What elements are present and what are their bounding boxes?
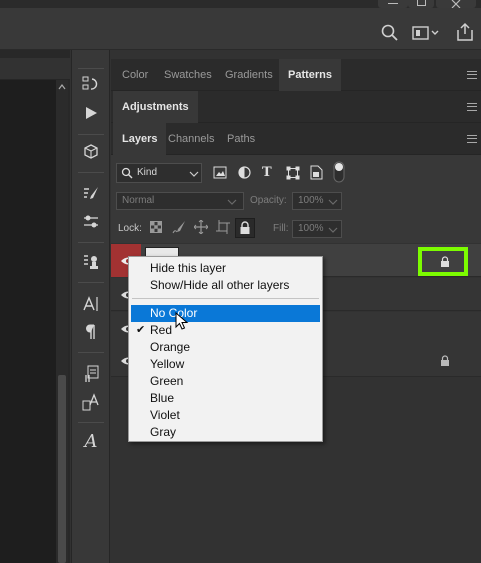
filter-type-icon[interactable]: T [262, 165, 272, 180]
lock-icon [441, 355, 449, 366]
chevron-down-icon [189, 171, 199, 177]
tab-patterns[interactable]: Patterns [279, 59, 342, 91]
menu-item-violet[interactable]: Violet [131, 407, 320, 424]
color-panel-group: Color Swatches Gradients Patterns [111, 59, 481, 91]
menu-item-hide-layer[interactable]: Hide this layer [131, 260, 320, 277]
restore-button[interactable] [408, 0, 434, 8]
document-tab[interactable] [0, 58, 70, 80]
close-icon [451, 0, 461, 8]
scrollbar-thumb[interactable] [58, 375, 66, 563]
strip-separator [78, 282, 104, 283]
restore-icon [416, 0, 426, 6]
paragraph-styles-icon[interactable] [80, 364, 102, 384]
options-bar [0, 8, 481, 50]
panel-menu-icon[interactable] [467, 71, 477, 79]
panel-menu-icon[interactable] [467, 103, 477, 111]
menu-item-green[interactable]: Green [131, 373, 320, 390]
history-icon[interactable] [80, 74, 102, 94]
lock-position-icon[interactable] [194, 220, 208, 234]
search-icon [121, 167, 133, 179]
chevron-down-icon [328, 227, 338, 233]
lock-all-button[interactable] [235, 218, 255, 238]
close-button[interactable] [436, 0, 476, 8]
filter-adjustment-icon[interactable] [238, 166, 251, 179]
menu-item-orange[interactable]: Orange [131, 339, 320, 356]
canvas[interactable] [0, 80, 56, 563]
opacity-label: Opacity: [250, 195, 287, 206]
adjustments-panel-group: Adjustments [111, 91, 481, 123]
blend-mode-select[interactable]: Normal [116, 192, 244, 210]
layers-panel-group: Layers Channels Paths [111, 123, 481, 155]
tab-gradients[interactable]: Gradients [216, 59, 282, 91]
lock-artboard-icon[interactable] [216, 220, 230, 234]
filter-kind-select[interactable]: Kind [116, 163, 202, 183]
lock-label: Lock: [118, 223, 142, 234]
tab-adjustments[interactable]: Adjustments [113, 91, 198, 123]
lock-icon [240, 221, 250, 234]
menu-item-yellow[interactable]: Yellow [131, 356, 320, 373]
actions-play-icon[interactable] [80, 103, 102, 123]
menu-item-red-label: Red [150, 323, 173, 337]
filter-smart-object-icon[interactable] [310, 165, 323, 180]
strip-separator [78, 134, 104, 135]
strip-separator [78, 422, 104, 423]
chevron-down-icon [227, 199, 237, 205]
minimize-button[interactable] [378, 0, 408, 8]
fill-value: 100% [298, 223, 324, 234]
checkmark-icon: ✔ [136, 324, 146, 336]
menu-item-red[interactable]: ✔ Red [131, 322, 320, 339]
lock-transparent-icon[interactable] [150, 221, 162, 233]
filter-shape-icon[interactable] [286, 166, 300, 180]
panel-menu-icon[interactable] [467, 135, 477, 143]
strip-separator [78, 172, 104, 173]
opacity-value: 100% [298, 195, 324, 206]
tab-paths[interactable]: Paths [218, 123, 264, 155]
context-menu: Hide this layer Show/Hide all other laye… [128, 256, 323, 442]
strip-separator [78, 242, 104, 243]
menu-separator [132, 298, 319, 299]
strip-grip [78, 68, 104, 69]
chevron-down-icon [328, 199, 338, 205]
search-icon[interactable] [381, 24, 399, 42]
menu-item-no-color[interactable]: No Color [131, 305, 320, 322]
3d-icon[interactable] [80, 142, 102, 162]
fill-field[interactable]: 100% [292, 220, 342, 238]
glyphs-icon[interactable]: A [80, 432, 102, 452]
fill-label: Fill: [273, 223, 289, 234]
paragraph-icon[interactable] [80, 322, 102, 342]
clone-source-icon[interactable] [80, 252, 102, 272]
character-styles-icon[interactable] [80, 392, 102, 412]
tab-color[interactable]: Color [113, 59, 157, 91]
menu-item-blue[interactable]: Blue [131, 390, 320, 407]
lock-icon [441, 256, 449, 267]
lock-image-icon[interactable] [172, 220, 186, 234]
scroll-up-icon[interactable] [56, 80, 68, 94]
filter-toggle-switch[interactable] [333, 161, 345, 183]
tab-swatches[interactable]: Swatches [155, 59, 221, 91]
menu-item-show-hide-others[interactable]: Show/Hide all other layers [131, 277, 320, 294]
character-icon[interactable] [80, 294, 102, 314]
workspace-icon[interactable] [412, 25, 440, 41]
filter-kind-label: Kind [137, 167, 158, 178]
blend-mode-value: Normal [122, 195, 155, 206]
menu-item-gray[interactable]: Gray [131, 424, 320, 441]
filter-pixel-icon[interactable] [213, 166, 227, 179]
mouse-cursor-icon [175, 312, 189, 330]
brush-settings-icon[interactable] [80, 184, 102, 204]
minimize-icon [388, 3, 398, 4]
opacity-field[interactable]: 100% [292, 192, 342, 210]
strip-separator [78, 352, 104, 353]
share-icon[interactable] [456, 22, 474, 42]
brushes-sliders-icon[interactable] [80, 212, 102, 232]
tab-channels[interactable]: Channels [159, 123, 223, 155]
